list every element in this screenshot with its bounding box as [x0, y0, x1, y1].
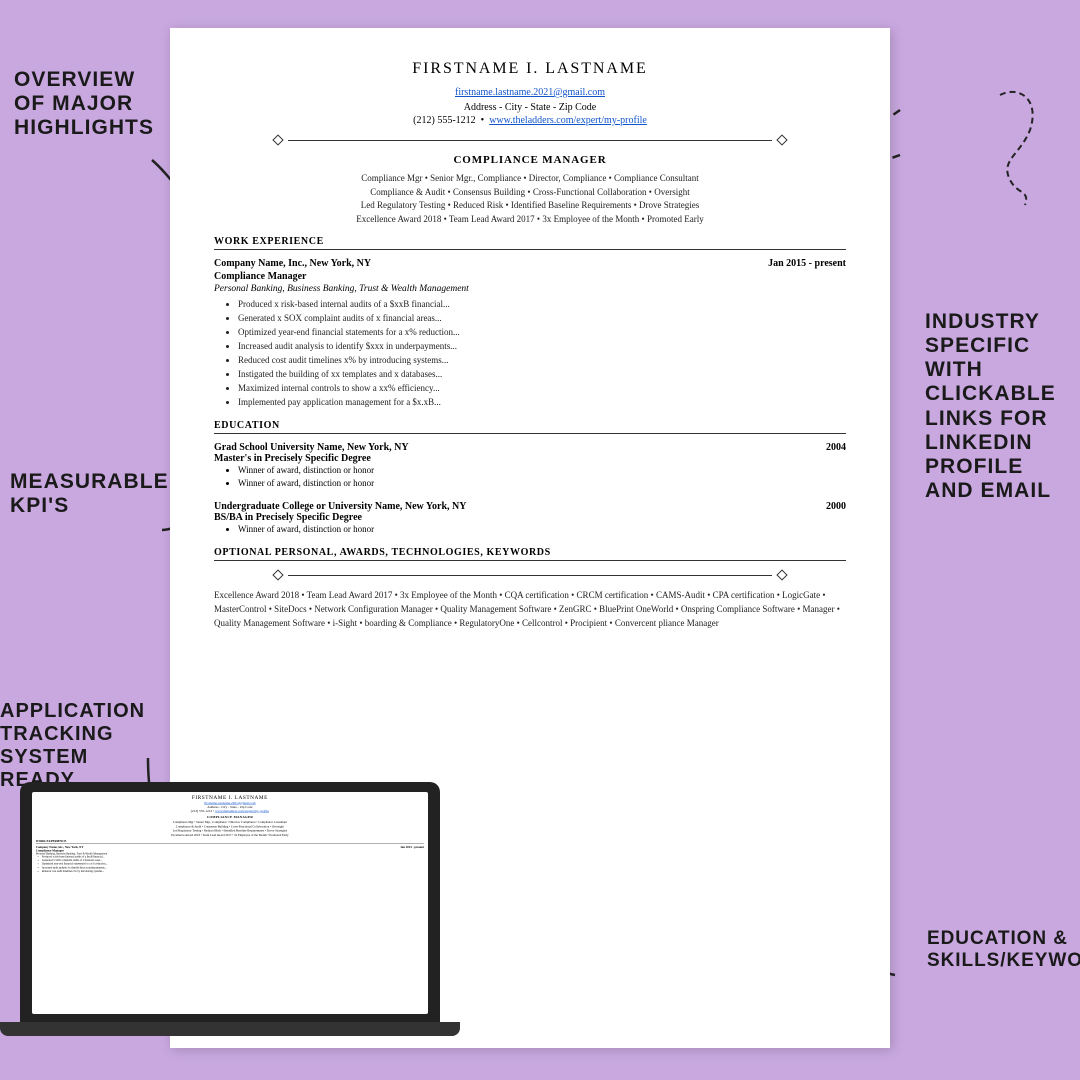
keywords-line1: Compliance Mgr • Senior Mgr., Compliance… [214, 172, 846, 186]
grad-bullets: Winner of award, distinction or honor Wi… [214, 464, 846, 492]
grad-school-name: Grad School University Name, New York, N… [214, 442, 409, 453]
undergrad-school-name: Undergraduate College or University Name… [214, 501, 466, 512]
resume-header: FIRSTNAME I. LASTNAME firstname.lastname… [214, 60, 846, 126]
optional-header: OPTIONAL PERSONAL, AWARDS, TECHNOLOGIES,… [214, 547, 846, 561]
keywords-line4: Excellence Award 2018 • Team Lead Award … [214, 213, 846, 227]
diamond-divider-top [274, 136, 786, 144]
diamond-line [288, 140, 772, 141]
resume-address: Address - City - State - Zip Code [214, 102, 846, 113]
job-dates: Jan 2015 - present [768, 258, 846, 269]
grad-school-line: Grad School University Name, New York, N… [214, 442, 846, 453]
label-overview: OVERVIEW OF MAJOR HIGHLIGHTS [14, 68, 159, 140]
job-industry: Personal Banking, Business Banking, Trus… [214, 284, 846, 294]
optional-text: Excellence Award 2018 • Team Lead Award … [214, 589, 846, 631]
diamond-right-2 [776, 570, 787, 581]
undergrad-line: Undergraduate College or University Name… [214, 501, 846, 512]
keywords-line2: Compliance & Audit • Consensus Building … [214, 186, 846, 200]
job-title-section: COMPLIANCE MANAGER [214, 154, 846, 166]
bullet-7: Maximized internal controls to show a xx… [238, 382, 846, 396]
laptop-mini-resume: FIRSTNAME I. LASTNAME firstname.lastname… [32, 792, 428, 877]
work-experience-header: WORK EXPERIENCE [214, 236, 846, 250]
undergrad-year: 2000 [826, 501, 846, 512]
bullet-2: Generated x SOX complaint audits of x fi… [238, 312, 846, 326]
diamond-divider-bottom [274, 571, 786, 579]
diamond-left [272, 134, 283, 145]
page-wrapper: OVERVIEW OF MAJOR HIGHLIGHTS MEASURABLEK… [0, 0, 1080, 1080]
resume-contact: (212) 555-1212 • www.theladders.com/expe… [214, 115, 846, 126]
grad-school-block: Grad School University Name, New York, N… [214, 442, 846, 492]
grad-degree: Master's in Precisely Specific Degree [214, 453, 846, 464]
resume-linkedin[interactable]: www.theladders.com/expert/my-profile [489, 115, 647, 126]
bullet-8: Implemented pay application management f… [238, 396, 846, 410]
bullet-5: Reduced cost audit timelines x% by intro… [238, 354, 846, 368]
undergrad-bullet-1: Winner of award, distinction or honor [238, 523, 846, 537]
label-ats: APPLICATIONTRACKINGSYSTEMREADY [0, 700, 155, 792]
resume-email[interactable]: firstname.lastname.2021@gmail.com [455, 87, 605, 98]
grad-bullet-2: Winner of award, distinction or honor [238, 477, 846, 491]
label-industry: INDUSTRYSPECIFICWITHCLICKABLELINKS FORLI… [925, 310, 1070, 503]
bullet-1: Produced x risk-based internal audits of… [238, 298, 846, 312]
job-title-line: Compliance Manager [214, 271, 846, 282]
diamond-right [776, 134, 787, 145]
grad-bullet-1: Winner of award, distinction or honor [238, 464, 846, 478]
keywords-section: Compliance Mgr • Senior Mgr., Compliance… [214, 172, 846, 226]
undergrad-block: Undergraduate College or University Name… [214, 501, 846, 537]
bullet-4: Increased audit analysis to identify $xx… [238, 340, 846, 354]
undergrad-bullets: Winner of award, distinction or honor [214, 523, 846, 537]
resume-phone: (212) 555-1212 [413, 115, 476, 126]
bullet-3: Optimized year-end financial statements … [238, 326, 846, 340]
education-header: EDUCATION [214, 420, 846, 434]
laptop-screen-outer: FIRSTNAME I. LASTNAME firstname.lastname… [20, 782, 440, 1022]
keywords-line3: Led Regulatory Testing • Reduced Risk • … [214, 199, 846, 213]
company-name: Company Name, Inc., New York, NY [214, 258, 371, 269]
grad-year: 2004 [826, 442, 846, 453]
company-line: Company Name, Inc., New York, NY Jan 201… [214, 258, 846, 269]
label-education: EDUCATION &SKILLS/KEYWORDS [927, 928, 1072, 972]
bullet-6: Instigated the building of xx templates … [238, 368, 846, 382]
diamond-line-2 [288, 575, 772, 576]
work-bullets: Produced x risk-based internal audits of… [214, 298, 846, 410]
laptop-screen-inner: FIRSTNAME I. LASTNAME firstname.lastname… [32, 792, 428, 1014]
laptop-mockup: FIRSTNAME I. LASTNAME firstname.lastname… [20, 782, 440, 1052]
laptop-base [0, 1022, 460, 1036]
label-measurable: MEASURABLEKPI'S [10, 470, 165, 518]
diamond-left-2 [272, 570, 283, 581]
undergrad-degree: BS/BA in Precisely Specific Degree [214, 512, 846, 523]
resume-name: FIRSTNAME I. LASTNAME [214, 60, 846, 78]
